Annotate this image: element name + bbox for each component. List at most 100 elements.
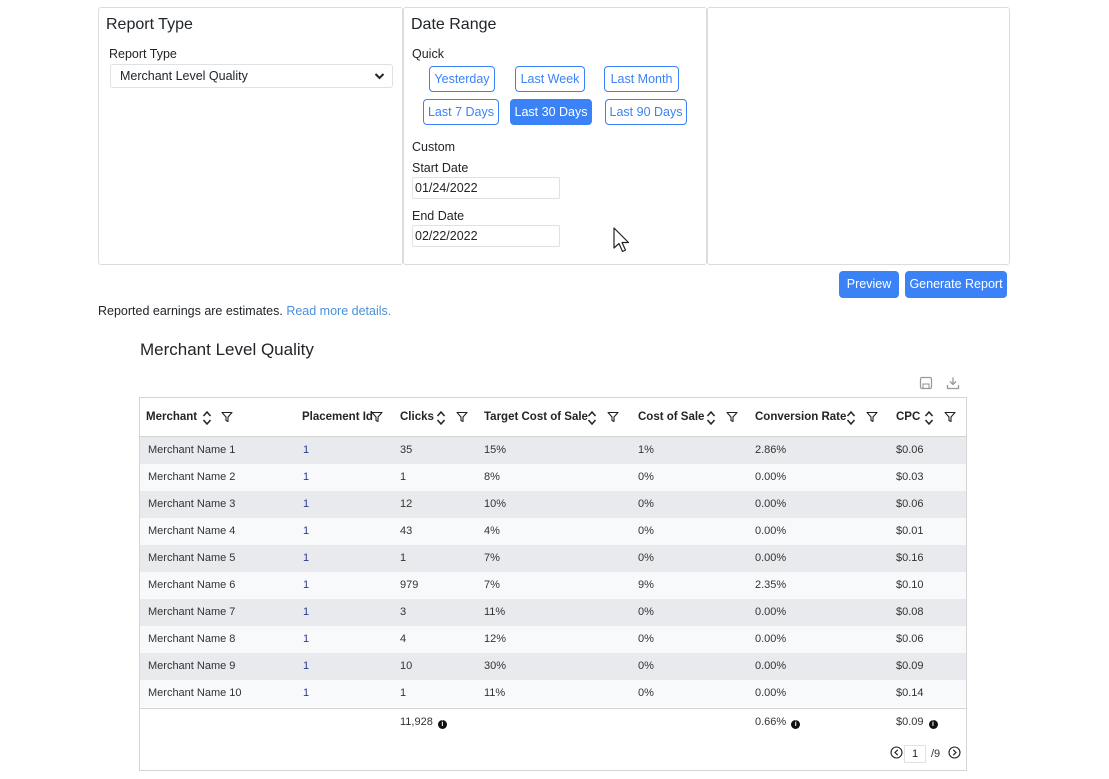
cell-clicks: 4	[400, 633, 407, 645]
table-row[interactable]: Merchant Name 2 1 1 8% 0% 0.00% $0.03	[140, 464, 966, 491]
page-number-input[interactable]: 1	[904, 745, 926, 763]
cell-placement-id: 1	[303, 525, 310, 537]
col-cpc[interactable]: CPC	[896, 398, 920, 437]
cell-placement-id: 1	[303, 552, 310, 564]
cell-merchant: Merchant Name 6	[148, 579, 236, 591]
sort-icon[interactable]	[202, 408, 212, 428]
sort-icon[interactable]	[436, 408, 446, 428]
report-type-select[interactable]: Merchant Level Quality	[110, 64, 393, 88]
cell-merchant: Merchant Name 7	[148, 606, 236, 618]
total-cpc: $0.09 i	[896, 716, 938, 729]
col-placement-id[interactable]: Placement Id	[302, 398, 373, 437]
cell-clicks: 1	[400, 687, 407, 699]
col-cost-of-sale[interactable]: Cost of Sale	[638, 398, 704, 437]
cell-merchant: Merchant Name 3	[148, 498, 236, 510]
save-icon[interactable]	[919, 376, 933, 390]
total-cpc-value: $0.09	[896, 716, 924, 728]
sort-icon[interactable]	[846, 408, 856, 428]
table-row[interactable]: Merchant Name 6 1 979 7% 9% 2.35% $0.10	[140, 572, 966, 599]
table-row[interactable]: Merchant Name 10 1 1 11% 0% 0.00% $0.14	[140, 680, 966, 707]
cell-merchant: Merchant Name 8	[148, 633, 236, 645]
cell-conversion-rate: 2.86%	[755, 444, 787, 456]
generate-report-button[interactable]: Generate Report	[905, 271, 1007, 298]
last-30-days-button[interactable]: Last 30 Days	[510, 99, 592, 125]
cell-clicks: 1	[400, 552, 407, 564]
yesterday-button[interactable]: Yesterday	[429, 66, 495, 92]
page-total: /9	[931, 748, 941, 760]
report-type-selected: Merchant Level Quality	[120, 69, 248, 83]
filter-icon[interactable]	[371, 411, 383, 423]
cell-target-cost-of-sale: 15%	[484, 444, 507, 456]
filter-icon[interactable]	[944, 411, 956, 423]
info-icon[interactable]: i	[437, 720, 447, 729]
table-row[interactable]: Merchant Name 1 1 35 15% 1% 2.86% $0.06	[140, 437, 966, 464]
cell-target-cost-of-sale: 11%	[484, 606, 506, 618]
mouse-cursor-icon	[613, 227, 630, 253]
cell-cost-of-sale: 0%	[638, 606, 654, 618]
total-clicks-value: 11,928	[400, 716, 433, 728]
date-range-panel: Date Range Quick Yesterday Last Week Las…	[403, 7, 707, 265]
cell-placement-id: 1	[303, 579, 310, 591]
filter-icon[interactable]	[221, 411, 233, 423]
download-icon[interactable]	[946, 376, 960, 390]
col-conversion-rate[interactable]: Conversion Rate	[755, 398, 846, 437]
preview-button[interactable]: Preview	[839, 271, 899, 298]
info-icon[interactable]: i	[928, 720, 938, 729]
table-row[interactable]: Merchant Name 5 1 1 7% 0% 0.00% $0.16	[140, 545, 966, 572]
table-row[interactable]: Merchant Name 8 1 4 12% 0% 0.00% $0.06	[140, 626, 966, 653]
cell-cpc: $0.01	[896, 525, 924, 537]
col-target-cost-of-sale[interactable]: Target Cost of Sale	[484, 398, 588, 437]
cell-cost-of-sale: 0%	[638, 471, 654, 483]
cell-merchant: Merchant Name 5	[148, 552, 236, 564]
filter-icon[interactable]	[607, 411, 619, 423]
read-more-link[interactable]: Read more details.	[286, 304, 391, 318]
cell-clicks: 43	[400, 525, 413, 537]
prev-page-icon[interactable]	[890, 746, 903, 759]
cell-cpc: $0.06	[896, 498, 924, 510]
date-range-title: Date Range	[411, 16, 497, 33]
cell-clicks: 1	[400, 471, 407, 483]
cell-clicks: 10	[400, 660, 413, 672]
table-header: Merchant Placement Id Clicks Target Cost…	[140, 398, 966, 437]
cell-target-cost-of-sale: 30%	[484, 660, 507, 672]
table-row[interactable]: Merchant Name 9 1 10 30% 0% 0.00% $0.09	[140, 653, 966, 680]
custom-label: Custom	[412, 140, 456, 154]
cell-target-cost-of-sale: 7%	[484, 579, 500, 591]
cell-clicks: 35	[400, 444, 413, 456]
sort-icon[interactable]	[587, 408, 597, 428]
filter-icon[interactable]	[456, 411, 468, 423]
filter-icon[interactable]	[726, 411, 738, 423]
quick-label: Quick	[412, 47, 444, 61]
empty-panel	[707, 7, 1010, 265]
cell-cpc: $0.10	[896, 579, 924, 591]
cell-clicks: 3	[400, 606, 407, 618]
cell-cost-of-sale: 1%	[638, 444, 654, 456]
cell-merchant: Merchant Name 4	[148, 525, 236, 537]
table-row[interactable]: Merchant Name 7 1 3 11% 0% 0.00% $0.08	[140, 599, 966, 626]
end-date-input[interactable]: 02/22/2022	[412, 225, 560, 247]
last-90-days-button[interactable]: Last 90 Days	[605, 99, 687, 125]
last-week-button[interactable]: Last Week	[515, 66, 585, 92]
table-row[interactable]: Merchant Name 3 1 12 10% 0% 0.00% $0.06	[140, 491, 966, 518]
cell-target-cost-of-sale: 4%	[484, 525, 500, 537]
report-type-label: Report Type	[109, 47, 177, 61]
sort-icon[interactable]	[706, 408, 716, 428]
cell-cost-of-sale: 0%	[638, 660, 654, 672]
last-7-days-button[interactable]: Last 7 Days	[423, 99, 499, 125]
start-date-input[interactable]: 01/24/2022	[412, 177, 560, 199]
cell-target-cost-of-sale: 8%	[484, 471, 500, 483]
last-month-button[interactable]: Last Month	[604, 66, 679, 92]
end-date-label: End Date	[412, 209, 465, 223]
cell-target-cost-of-sale: 12%	[484, 633, 507, 645]
info-icon[interactable]: i	[791, 720, 801, 729]
report-type-title: Report Type	[106, 16, 193, 33]
next-page-icon[interactable]	[948, 746, 961, 759]
col-clicks[interactable]: Clicks	[400, 398, 434, 437]
cell-merchant: Merchant Name 2	[148, 471, 236, 483]
cell-merchant: Merchant Name 1	[148, 444, 236, 456]
table-row[interactable]: Merchant Name 4 1 43 4% 0% 0.00% $0.01	[140, 518, 966, 545]
col-merchant[interactable]: Merchant	[146, 398, 197, 437]
sort-icon[interactable]	[924, 408, 934, 428]
filter-icon[interactable]	[866, 411, 878, 423]
cell-cpc: $0.09	[896, 660, 924, 672]
